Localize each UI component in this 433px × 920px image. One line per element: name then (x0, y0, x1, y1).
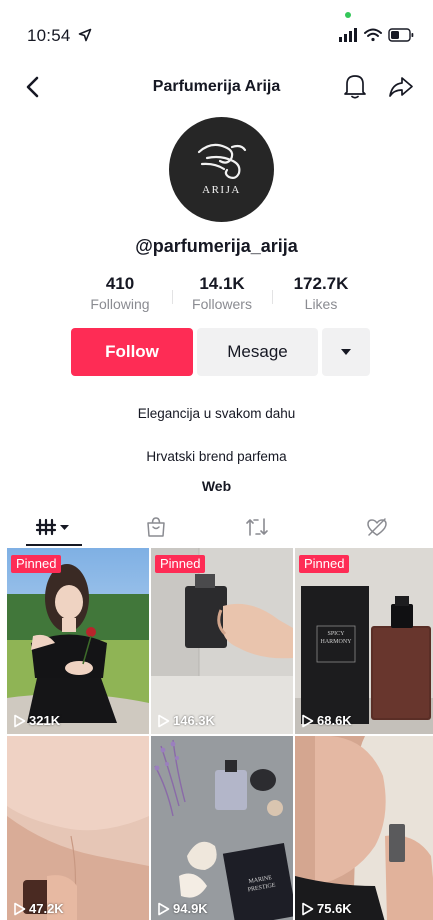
profile-header: Parfumerija Arija (0, 68, 433, 108)
play-outline-icon (302, 714, 314, 727)
video-preview-image (295, 548, 433, 734)
bio-link[interactable]: Web (0, 478, 433, 494)
stat-label: Following (90, 296, 150, 312)
shopping-bag-icon (147, 517, 165, 537)
bio-line: Elegancija u svakom dahu (137, 406, 296, 421)
wifi-icon (364, 28, 382, 42)
stat-likes[interactable]: 172.7K Likes (276, 274, 366, 314)
product-label-text: SPICY HARMONY (320, 631, 352, 645)
tab-reposts[interactable] (237, 508, 277, 546)
view-count: 146.3K (157, 713, 215, 728)
view-count-text: 94.9K (173, 901, 208, 916)
view-count-text: 146.3K (173, 713, 215, 728)
system-status-icons (339, 28, 414, 42)
stat-followers[interactable]: 14.1K Followers (177, 274, 267, 314)
username: @parfumerija_arija (135, 236, 298, 256)
view-count: 47.2K (13, 901, 64, 916)
pinned-badge: Pinned (155, 555, 206, 573)
play-outline-icon (14, 714, 26, 727)
videos-grid-icon (35, 518, 69, 536)
stat-following[interactable]: 410 Following (75, 274, 165, 314)
view-count: 321K (13, 713, 60, 728)
play-outline-icon (14, 902, 26, 915)
stat-label: Followers (192, 296, 252, 312)
follow-button[interactable]: Follow (71, 328, 193, 376)
page-title: Parfumerija Arija (152, 78, 281, 95)
view-count: 75.6K (301, 901, 352, 916)
status-time: 10:54 (27, 26, 71, 45)
stat-value: 410 (105, 274, 135, 293)
tab-shop[interactable] (136, 508, 176, 546)
pinned-badge: Pinned (299, 555, 350, 573)
pinned-badge: Pinned (11, 555, 62, 573)
play-outline-icon (302, 902, 314, 915)
location-arrow-icon (78, 28, 92, 42)
brand-logo-swirl (197, 143, 247, 179)
stat-divider (272, 290, 273, 304)
video-thumbnail[interactable]: Pinned 146.3K (151, 548, 293, 734)
video-preview-image (151, 736, 293, 920)
video-thumbnail[interactable]: Pinned 321K (7, 548, 149, 734)
cellular-signal-icon (339, 28, 357, 42)
stat-label: Likes (304, 296, 338, 312)
stat-value: 14.1K (199, 274, 245, 293)
video-preview-image (295, 736, 433, 920)
video-preview-image (7, 548, 149, 734)
view-count: 94.9K (157, 901, 208, 916)
caret-down-icon (341, 349, 351, 355)
avatar[interactable]: ARIJA (169, 117, 274, 222)
video-grid: Pinned 321K Pinned 146.3K SPICY HARMONY … (7, 548, 433, 920)
view-count-text: 47.2K (29, 901, 64, 916)
view-count: 68.6K (301, 713, 352, 728)
bell-icon[interactable] (342, 72, 368, 100)
battery-icon (388, 28, 414, 42)
status-bar: 10:54 (0, 0, 433, 70)
share-arrow-icon[interactable] (388, 74, 414, 100)
video-preview-image (151, 548, 293, 734)
video-thumbnail[interactable]: MARINE PRESTIGE 94.9K (151, 736, 293, 920)
stat-divider (172, 290, 173, 304)
play-outline-icon (158, 714, 170, 727)
view-count-text: 68.6K (317, 713, 352, 728)
video-thumbnail[interactable]: 47.2K (7, 736, 149, 920)
play-outline-icon (158, 902, 170, 915)
message-button[interactable]: Mesage (197, 328, 318, 376)
video-preview-image (7, 736, 149, 920)
stat-value: 172.7K (293, 274, 349, 293)
profile-tabs (0, 508, 433, 546)
bio-line: Hrvatski brend parfema (146, 449, 287, 464)
view-count-text: 321K (29, 713, 61, 728)
video-thumbnail[interactable]: SPICY HARMONY Pinned 68.6K (295, 548, 433, 734)
repost-arrows-icon (246, 518, 268, 536)
tab-videos[interactable] (26, 508, 82, 546)
tab-liked[interactable] (357, 508, 397, 546)
liked-heart-locked-icon (367, 518, 387, 536)
active-tab-indicator (26, 544, 82, 546)
privacy-indicator-dot (345, 12, 351, 18)
more-options-button[interactable] (322, 328, 370, 376)
video-thumbnail[interactable]: 75.6K (295, 736, 433, 920)
avatar-brand-text: ARIJA (202, 184, 241, 196)
view-count-text: 75.6K (317, 901, 352, 916)
